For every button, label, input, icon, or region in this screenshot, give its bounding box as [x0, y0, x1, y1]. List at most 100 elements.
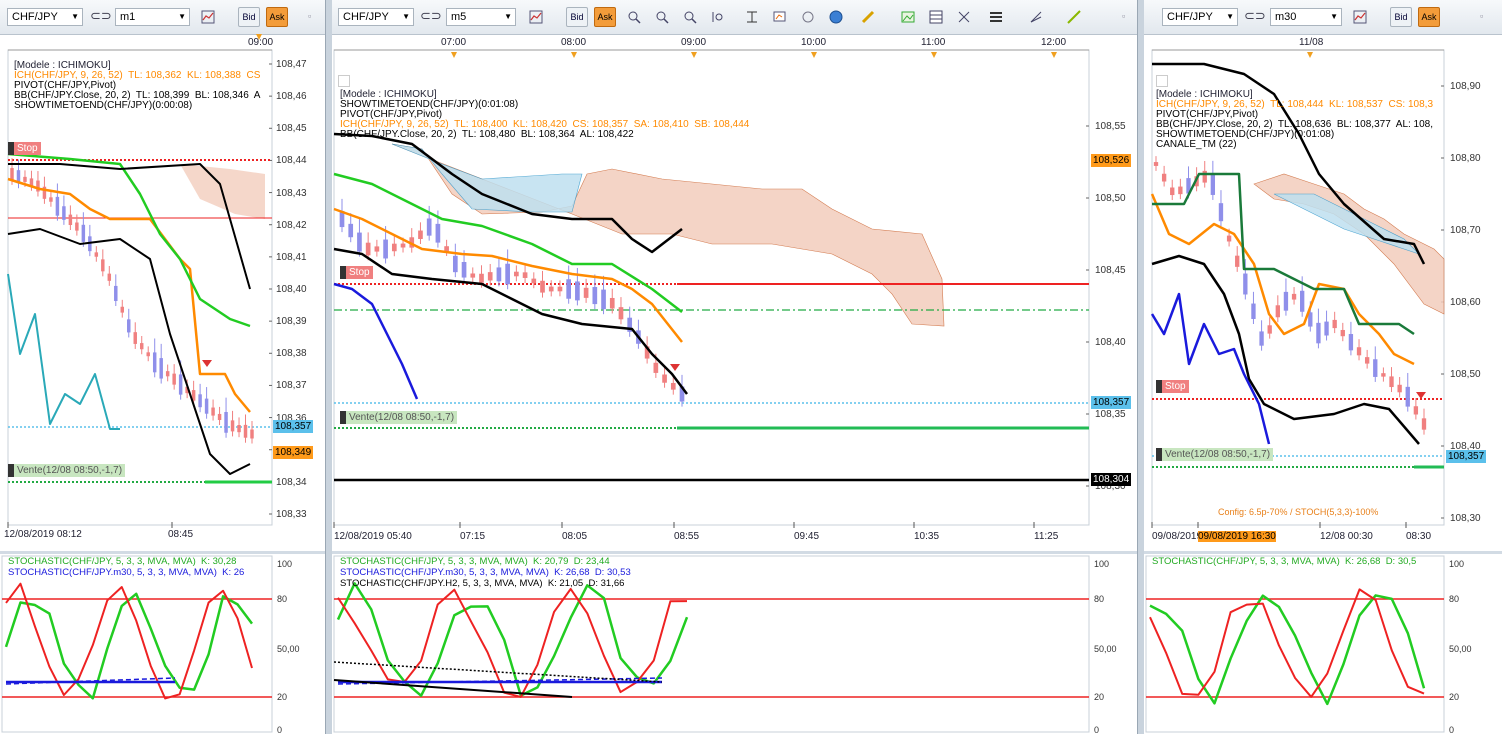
top-time-label: 09:00 [248, 37, 274, 48]
osc-legend: STOCHASTIC(CHF/JPY, 5, 3, 3, MVA, MVA) K… [1152, 556, 1417, 567]
candle-body [653, 362, 659, 373]
timeframe-value: m5 [451, 11, 467, 23]
timeframe-select[interactable]: m30 ▼ [1270, 8, 1342, 26]
candle-body [1356, 347, 1362, 356]
osc-axis-label: 20 [1094, 692, 1105, 702]
candle-body [1178, 186, 1183, 195]
candle-body [120, 306, 125, 313]
fibonacci-icon[interactable] [1026, 7, 1046, 27]
x-axis-label: 09:45 [794, 531, 820, 542]
candle-body [670, 382, 676, 390]
y-axis-label: 108,47 [276, 59, 307, 70]
chart-window-m30[interactable]: CHF/JPY ▼ ⊂⊃ m30 ▼ Bid Ask ▫ 11/08 108,90… [1144, 0, 1502, 734]
chart-window-m1[interactable]: CHF/JPY ▼ ⊂⊃ m1 ▼ Bid Ask ▫ 09:00 108,47 1… [0, 0, 326, 734]
link-icon[interactable]: ⊂⊃ [420, 8, 442, 26]
chart-toolbar: CHF/JPY ▼ ⊂⊃ m1 ▼ Bid Ask ▫ [0, 0, 325, 35]
stochastic-pane[interactable]: 100 80 50,00 20 0 STOCHASTIC(CHF/JPY, 5, 3, 3… [1144, 551, 1502, 734]
indicator-legend: CANALE_TM (22) [1156, 139, 1237, 150]
candle-body [1421, 418, 1427, 430]
osc-axis-label: 50,00 [1094, 644, 1117, 654]
candle-body [243, 424, 248, 438]
candle-body [1405, 386, 1410, 407]
y-axis-label: 108,45 [1095, 265, 1126, 276]
y-axis-label: 108,45 [276, 123, 307, 135]
stochastic-pane[interactable]: 100 80 50,00 20 0 STOCHASTIC(CHF/JPY, 5, 3, 3… [0, 551, 325, 734]
candle-body [178, 374, 183, 395]
bid-button[interactable]: Bid [238, 7, 260, 27]
candle-body [452, 255, 458, 273]
candle-body [348, 223, 354, 238]
chart-window-m5[interactable]: CHF/JPY ▼ ⊂⊃ m5 ▼ Bid Ask ▫ 07:00 08:00 … [332, 0, 1138, 734]
picture-icon[interactable] [898, 7, 918, 27]
template-icon[interactable] [770, 7, 790, 27]
timeframe-value: m30 [1275, 11, 1297, 23]
chart-type-button[interactable] [526, 7, 546, 27]
ask-button[interactable]: Ask [1418, 7, 1440, 27]
y-axis-label: 108,40 [1095, 337, 1126, 348]
price-chart[interactable]: 11/08 108,90 108,80 108,70 108,60 108,50 108,4… [1144, 34, 1502, 551]
candle-body [418, 230, 423, 239]
link-icon[interactable]: ⊂⊃ [1244, 8, 1266, 26]
price-badge: 108,357 [1446, 450, 1487, 463]
chart-type-button[interactable] [1350, 7, 1370, 27]
timeframe-select[interactable]: m5 ▼ [446, 8, 516, 26]
osc-axis-label: 100 [277, 559, 293, 569]
ruler-icon[interactable] [858, 7, 878, 27]
candle-body [383, 239, 388, 259]
candle-body [133, 332, 137, 344]
candle-body [55, 196, 60, 216]
maximize-icon[interactable]: ▫ [1122, 8, 1125, 26]
lot-size[interactable] [1156, 75, 1168, 87]
candle-body [374, 246, 380, 252]
candle-body [1316, 322, 1321, 344]
ask-button[interactable]: Ask [266, 7, 288, 27]
link-icon[interactable]: ⊂⊃ [90, 8, 112, 26]
refresh-icon[interactable] [798, 7, 818, 27]
top-time-label: 08:00 [561, 37, 587, 48]
trendline-icon[interactable] [1064, 7, 1084, 27]
chart-type-button[interactable] [198, 7, 218, 27]
lot-size[interactable] [338, 75, 350, 87]
zoom-in-icon[interactable] [624, 7, 644, 27]
candle-body [514, 271, 519, 277]
osc-legend: STOCHASTIC(CHF/JPY, 5, 3, 3, MVA, MVA) K… [340, 556, 610, 567]
candle-body [426, 218, 432, 236]
draw-tools-icon[interactable] [954, 7, 974, 27]
zoom-fit-icon[interactable] [680, 7, 700, 27]
vente-tag: Vente(12/08 08:50,-1,7) [8, 464, 126, 477]
layout-icon[interactable] [926, 7, 946, 27]
price-chart[interactable]: 07:00 08:00 09:00 10:00 11:00 12:00 108,55 108,… [332, 34, 1137, 551]
zoom-out-icon[interactable] [652, 7, 672, 27]
bid-button[interactable]: Bid [1390, 7, 1412, 27]
candle-body [152, 352, 157, 373]
globe-icon[interactable] [826, 7, 846, 27]
candle-body [127, 319, 131, 333]
candle-body [159, 358, 163, 379]
chart-type-icon [1353, 10, 1367, 24]
y-axis-label: 108,60 [1450, 297, 1481, 308]
zoom-range-icon[interactable] [708, 7, 728, 27]
chart-type-icon [529, 10, 543, 24]
lines-icon[interactable] [986, 7, 1006, 27]
timeframe-select[interactable]: m1 ▼ [115, 8, 190, 26]
candle-body [101, 259, 105, 272]
chevron-down-icon: ▼ [1226, 12, 1234, 21]
bid-button[interactable]: Bid [566, 7, 588, 27]
symbol-select[interactable]: CHF/JPY ▼ [338, 8, 414, 26]
candle-body [487, 272, 493, 281]
candle-body [1259, 331, 1264, 346]
y-axis-label: 108,41 [276, 251, 307, 263]
y-axis-label: 108,42 [276, 219, 307, 231]
symbol-select[interactable]: CHF/JPY ▼ [7, 8, 83, 26]
config-text: Config: 6.5p-70% / STOCH(5,3,3)-100% [1218, 507, 1379, 517]
ask-button[interactable]: Ask [594, 7, 616, 27]
symbol-select[interactable]: CHF/JPY ▼ [1162, 8, 1238, 26]
maximize-icon[interactable]: ▫ [308, 8, 311, 26]
stochastic-pane[interactable]: 100 80 50,00 20 0 STOCHASTIC(CHF/JPY, 5, 3, 3… [332, 551, 1137, 734]
maximize-icon[interactable]: ▫ [1480, 8, 1483, 26]
candle-body [1283, 291, 1289, 311]
indicator-icon[interactable] [742, 7, 762, 27]
price-chart[interactable]: 09:00 108,47 108,46 108,45 108,44 108,43 108,4… [0, 34, 325, 551]
y-axis-label: 108,46 [276, 91, 307, 103]
candle-body [1153, 162, 1159, 166]
